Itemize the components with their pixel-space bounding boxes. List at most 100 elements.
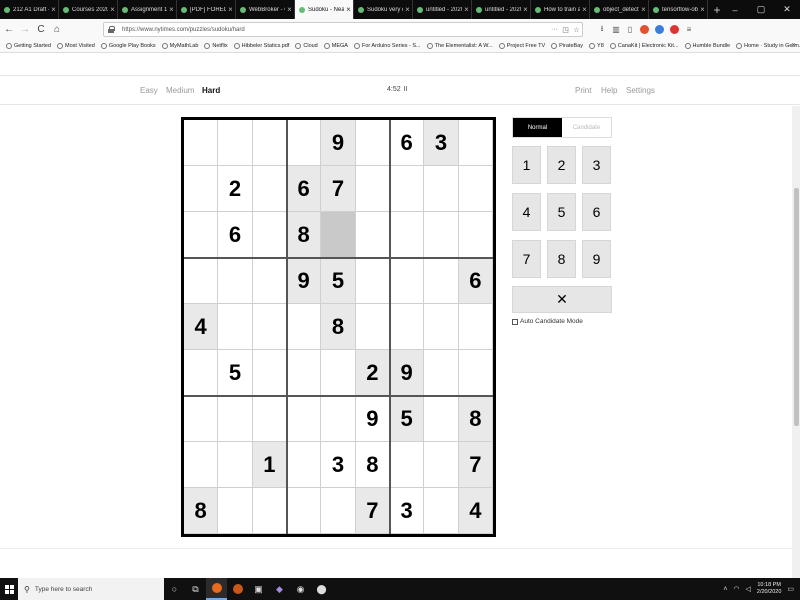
extension-icon[interactable] [655, 25, 664, 34]
sudoku-cell[interactable]: 8 [184, 488, 219, 534]
auto-candidate-toggle[interactable]: Auto Candidate Mode [512, 318, 583, 325]
sudoku-cell[interactable] [287, 396, 322, 442]
browser-tab[interactable]: object_detectio× [590, 0, 649, 19]
sudoku-cell[interactable] [355, 258, 390, 304]
forward-icon[interactable]: → [19, 24, 31, 35]
sudoku-cell[interactable] [184, 350, 219, 396]
tab-close-icon[interactable]: × [639, 5, 648, 14]
bookmark-item[interactable]: Cloud [295, 43, 318, 49]
bookmark-item[interactable]: CanaKit | Electronic Kit... [609, 43, 679, 49]
bookmark-item[interactable]: Netflix [204, 43, 228, 49]
download-icon[interactable]: ⭳ [595, 23, 609, 37]
number-button-7[interactable]: 7 [512, 240, 541, 278]
sidebar-icon[interactable]: ▯ [623, 25, 637, 34]
sudoku-cell[interactable]: 8 [355, 442, 390, 488]
sudoku-cell[interactable] [321, 396, 356, 442]
bookmark-item[interactable]: Most Visited [57, 43, 95, 49]
sudoku-cell[interactable]: 9 [355, 396, 390, 442]
sudoku-cell[interactable] [287, 350, 322, 396]
bookmark-star-icon[interactable]: ☆ [571, 26, 582, 34]
sudoku-cell[interactable]: 7 [355, 488, 390, 534]
sudoku-cell[interactable]: 7 [458, 442, 493, 488]
explorer-icon[interactable]: ◉ [290, 578, 311, 600]
sudoku-cell[interactable]: 8 [321, 304, 356, 350]
sudoku-cell[interactable] [218, 396, 253, 442]
number-button-6[interactable]: 6 [582, 193, 611, 231]
sudoku-cell[interactable]: 4 [184, 304, 219, 350]
sudoku-cell[interactable]: 3 [321, 442, 356, 488]
browser-tab[interactable]: Sudoku very d × [354, 0, 413, 19]
sudoku-cell[interactable] [321, 350, 356, 396]
tab-close-icon[interactable]: × [580, 5, 589, 14]
browser-tab[interactable]: Assignment 1 -× [118, 0, 177, 19]
erase-button[interactable]: ✕ [512, 286, 612, 313]
maps-icon[interactable]: ⬤ [311, 578, 332, 600]
tab-close-icon[interactable]: × [49, 5, 58, 14]
sudoku-cell[interactable]: 4 [458, 488, 493, 534]
sudoku-cell[interactable] [458, 120, 493, 166]
sudoku-cell[interactable] [184, 258, 219, 304]
tab-close-icon[interactable]: × [108, 5, 117, 14]
pocket-icon[interactable]: ◳ [560, 26, 571, 34]
sudoku-cell[interactable] [218, 304, 253, 350]
browser-tab[interactable]: untitled - 2020 × [472, 0, 531, 19]
sudoku-cell[interactable] [287, 488, 322, 534]
sudoku-cell[interactable]: 6 [218, 212, 253, 258]
sudoku-cell[interactable] [252, 304, 287, 350]
sudoku-cell[interactable]: 3 [424, 120, 459, 166]
normal-mode-button[interactable]: Normal [513, 118, 562, 137]
tab-close-icon[interactable]: × [403, 5, 412, 14]
print-link[interactable]: Print [575, 86, 591, 95]
browser-tab[interactable]: WebBroker - C × [236, 0, 295, 19]
bookmarks-overflow-icon[interactable]: » [792, 40, 796, 49]
difficulty-medium[interactable]: Medium [166, 86, 194, 95]
bookmark-item[interactable]: Y8 [589, 43, 604, 49]
bookmark-item[interactable]: MyMathLab [161, 43, 198, 49]
bookmark-item[interactable]: Hibbeler Statics.pdf [233, 43, 289, 49]
reload-icon[interactable]: C [35, 24, 47, 35]
bookmark-item[interactable]: Project Free TV [498, 43, 545, 49]
browser-tab[interactable]: Courses 2020/2× [59, 0, 118, 19]
start-button[interactable] [0, 578, 18, 600]
sudoku-cell[interactable] [321, 488, 356, 534]
volume-icon[interactable]: ◁ [746, 585, 751, 593]
home-icon[interactable]: ⌂ [51, 24, 63, 35]
sudoku-cell[interactable] [252, 488, 287, 534]
sudoku-cell[interactable] [390, 166, 425, 212]
sudoku-cell[interactable] [424, 396, 459, 442]
menu-icon[interactable]: ≡ [682, 25, 696, 34]
sudoku-cell[interactable] [218, 488, 253, 534]
candidate-mode-button[interactable]: Candidate [562, 118, 611, 137]
tab-close-icon[interactable]: × [226, 5, 235, 14]
auto-candidate-checkbox[interactable] [512, 318, 518, 325]
tab-close-icon[interactable]: × [698, 5, 707, 14]
sudoku-cell[interactable]: 5 [321, 258, 356, 304]
sudoku-cell[interactable] [184, 166, 219, 212]
firefox-icon[interactable] [227, 578, 248, 600]
task-view-icon[interactable]: ⧉ [185, 578, 206, 600]
maximize-icon[interactable]: ▢ [748, 4, 774, 15]
sudoku-cell[interactable] [184, 396, 219, 442]
sudoku-cell[interactable] [252, 258, 287, 304]
sudoku-cell[interactable] [287, 120, 322, 166]
number-button-9[interactable]: 9 [582, 240, 611, 278]
sudoku-cell[interactable] [458, 212, 493, 258]
sudoku-cell[interactable]: 7 [321, 166, 356, 212]
bookmark-item[interactable]: PirateBay [551, 43, 583, 49]
sudoku-cell[interactable] [458, 304, 493, 350]
more-actions-icon[interactable]: ··· [549, 26, 560, 33]
sudoku-cell[interactable] [424, 350, 459, 396]
tab-close-icon[interactable]: × [462, 5, 471, 14]
number-button-4[interactable]: 4 [512, 193, 541, 231]
help-link[interactable]: Help [601, 86, 617, 95]
browser-tab[interactable]: tensorflow-obj × [649, 0, 708, 19]
sudoku-cell[interactable] [355, 304, 390, 350]
sudoku-cell[interactable]: 2 [218, 166, 253, 212]
tab-close-icon[interactable]: × [167, 5, 176, 14]
sudoku-cell[interactable] [218, 258, 253, 304]
bookmark-item[interactable]: For Arduino Series - S... [353, 43, 421, 49]
sudoku-cell[interactable] [252, 396, 287, 442]
sudoku-cell[interactable]: 5 [390, 396, 425, 442]
bookmark-item[interactable]: Humble Bundle [684, 43, 730, 49]
sudoku-cell[interactable] [252, 212, 287, 258]
